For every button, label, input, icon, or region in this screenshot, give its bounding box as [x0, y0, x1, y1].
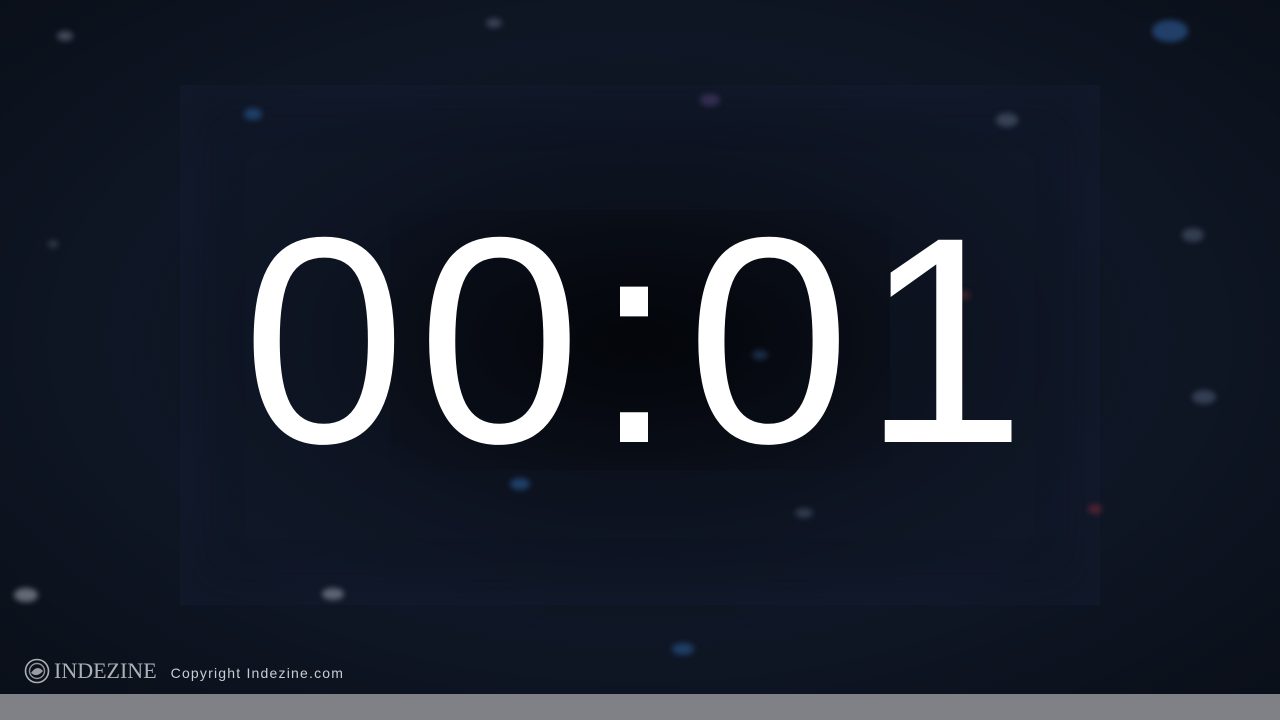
copyright-text: Copyright Indezine.com: [170, 665, 345, 681]
bokeh-dot: [486, 18, 502, 28]
bokeh-dot: [57, 31, 73, 41]
bokeh-dot: [322, 588, 344, 600]
logo-wordmark: INDEZINE: [54, 658, 157, 683]
bokeh-dot: [795, 508, 813, 518]
indezine-logo-icon: [24, 658, 50, 684]
slide-canvas: 00:01 INDEZINE Copyright Indezine.com: [0, 0, 1280, 720]
bokeh-dot: [1152, 20, 1188, 42]
bokeh-dot: [996, 113, 1018, 127]
countdown-timer: 00:01: [242, 177, 1038, 505]
bottom-bar: [0, 694, 1280, 720]
footer-branding: INDEZINE Copyright Indezine.com: [24, 656, 344, 686]
bokeh-dot: [14, 588, 38, 602]
bokeh-dot: [672, 643, 694, 655]
bokeh-dot: [1088, 504, 1102, 514]
bokeh-dot: [244, 108, 262, 120]
bokeh-dot: [700, 94, 720, 106]
